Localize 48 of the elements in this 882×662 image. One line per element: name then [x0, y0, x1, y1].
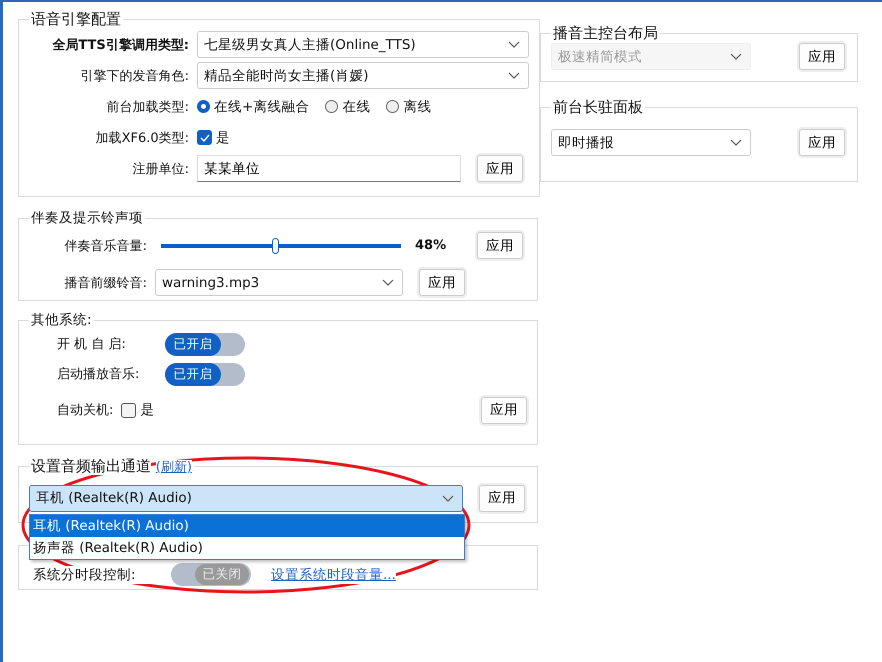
field-label: 注册单位:	[132, 160, 189, 178]
caret-icon	[508, 41, 520, 48]
volume-link[interactable]: 设置系统时段音量...	[271, 566, 396, 584]
caret-icon	[442, 494, 454, 502]
field-label: 播音前缀铃音:	[64, 274, 147, 292]
volume-slider[interactable]	[161, 236, 401, 254]
group-title: 设置音频输出通道	[31, 457, 151, 475]
radio-button[interactable]: 在线+离线融合	[197, 98, 310, 116]
caret-icon	[508, 72, 520, 79]
checkbox[interactable]: 是	[197, 128, 230, 146]
apply-button[interactable]: 应用	[799, 129, 845, 156]
input-field[interactable]: 某某单位	[197, 155, 461, 182]
dropdown-option[interactable]: 耳机 (Realtek(R) Audio)	[30, 514, 464, 536]
group-title: 其他系统:	[30, 311, 93, 329]
slider-thumb[interactable]	[272, 238, 280, 254]
caret-icon	[730, 139, 742, 146]
dropdown[interactable]: 七星级男女真人主播(Online_TTS)	[197, 31, 529, 58]
dropdown[interactable]: 精品全能时尚女主播(肖媛)	[197, 62, 529, 89]
toggle-switch[interactable]: 已开启	[165, 332, 245, 356]
volume-reading: 48%	[415, 238, 448, 253]
refresh-link[interactable]: (刷新)	[156, 460, 192, 475]
field-label: 伴奏音乐音量:	[64, 238, 147, 254]
field-label: 开 机 自 启:	[57, 336, 127, 353]
field-label: 自动关机:	[57, 402, 114, 419]
radio-button[interactable]: 在线	[325, 98, 370, 116]
dropdown[interactable]: 即时播报	[551, 129, 751, 156]
field-label: 引擎下的发音角色:	[80, 68, 189, 84]
dropdown[interactable]: 耳机 (Realtek(R) Audio)	[29, 484, 463, 512]
field-label: 全局TTS引擎调用类型:	[51, 36, 189, 54]
dropdown[interactable]: warning3.mp3	[155, 269, 403, 296]
toggle-switch[interactable]: 已开启	[165, 362, 245, 386]
apply-button[interactable]: 应用	[419, 269, 465, 296]
group-title: 前台长驻面板	[552, 98, 644, 117]
apply-button[interactable]: 应用	[477, 155, 523, 182]
apply-button[interactable]: 应用	[477, 232, 523, 259]
dropdown-option[interactable]: 扬声器 (Realtek(R) Audio)	[30, 536, 464, 558]
caret-icon	[382, 279, 394, 286]
group-title: 伴奏及提示铃声项	[30, 209, 144, 227]
field-label: 启动播放音乐:	[57, 366, 140, 383]
apply-button[interactable]: 应用	[481, 396, 527, 424]
field-label: 前台加载类型:	[106, 98, 189, 116]
radio-button[interactable]: 离线	[386, 98, 432, 116]
group-title: 语音引擎配置	[30, 10, 122, 29]
caret-icon	[730, 53, 742, 60]
checkbox[interactable]: 是	[121, 401, 154, 419]
apply-button[interactable]: 应用	[479, 484, 525, 512]
group-title: 播音主控台布局	[552, 24, 659, 43]
field-label: 加载XF6.0类型:	[94, 130, 189, 146]
